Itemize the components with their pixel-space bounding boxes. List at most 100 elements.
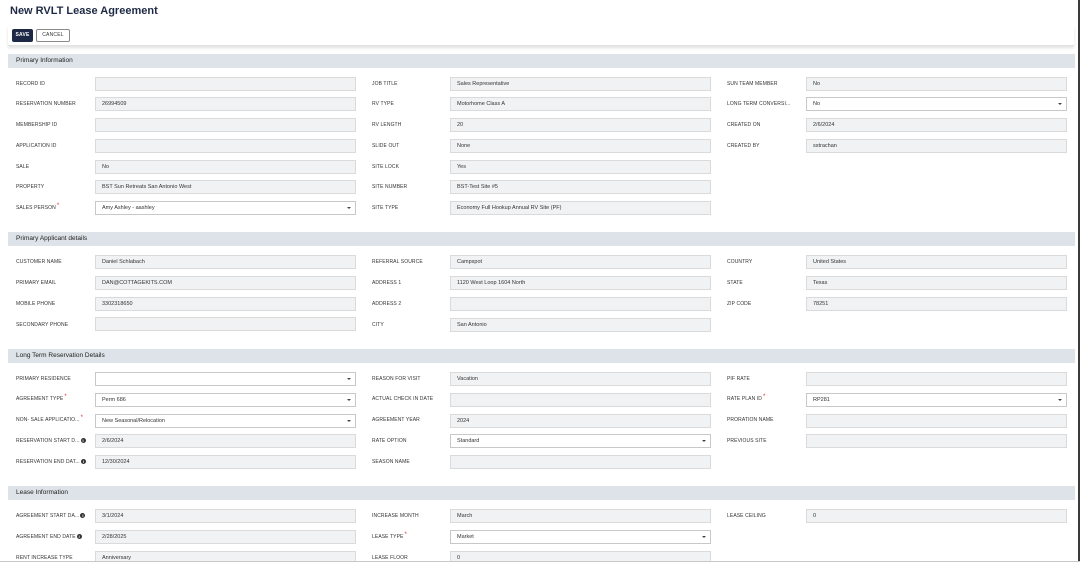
reservation-end-field: 12/30/2024 [95,455,356,469]
created-on-label: CREATED ON [727,122,761,128]
agreement-end-field: 2/28/2025 [95,530,356,544]
previous-site-label: PREVIOUS SITE [727,438,767,444]
secondary-phone-field [95,317,356,331]
non-sale-application-value: New Seasonal/Relocation [102,418,165,424]
rate-plan-id-select[interactable]: RP281 [806,393,1067,407]
lease-type-label: LEASE TYPE* [372,532,407,541]
property-label: PROPERTY [16,184,45,190]
required-marker: * [763,394,766,400]
rate-option-select[interactable]: Standard [450,434,711,448]
section-lease-information: Lease Information [8,486,1075,500]
rate-plan-id-label: RATE PLAN ID* [727,394,766,403]
agreement-type-value: Perm 686 [102,397,126,403]
slide-out-field: None [450,139,711,153]
page-title: New RVLT Lease Agreement [10,5,158,17]
primary-residence-select[interactable] [95,372,356,386]
rate-plan-id-label-text: RATE PLAN ID [727,396,763,402]
info-icon[interactable]: i [80,513,86,519]
rate-option-value: Standard [457,438,480,444]
agreement-end-label-text: AGREEMENT END DATE [16,534,76,540]
secondary-phone-label: SECONDARY PHONE [16,322,69,328]
reservation-number-field: 26994509 [95,97,356,111]
membership-id-label: MEMBERSHIP ID [16,122,58,128]
zip-code-field: 78251 [806,297,1067,311]
mobile-phone-field: 3302318650 [95,297,356,311]
sales-person-select[interactable]: Amy Ashley - aashley [95,201,356,215]
sale-label: SALE [16,164,30,170]
chevron-down-icon [347,207,351,209]
address2-field [450,297,711,311]
site-lock-label: SITE LOCK [372,164,400,170]
job-title-label: JOB TITLE [372,81,398,87]
actual-check-in-label: ACTUAL CHECK IN DATE [372,396,434,402]
city-label: CITY [372,322,384,328]
proration-name-label: PRORATION NAME [727,417,774,423]
state-field: Texas [806,276,1067,290]
agreement-start-label-text: AGREEMENT START DA... [16,513,80,519]
lease-ceiling-field: 0 [806,509,1067,523]
info-icon[interactable]: i [80,459,86,465]
site-lock-field: Yes [450,160,711,174]
referral-source-field: Campspot [450,255,711,269]
city-field: San Antonio [450,318,711,332]
cancel-button[interactable]: CANCEL [36,29,70,42]
long-term-conversion-label: LONG TERM CONVERSI... [727,101,791,107]
long-term-conversion-value: No [813,101,821,107]
primary-email-label: PRIMARY EMAIL [16,280,57,286]
address1-field: 1120 West Loop 1604 North [450,276,711,290]
reservation-end-label-text: RESERVATION END DAT... [16,459,80,465]
country-field: United States [806,255,1067,269]
customer-name-label: CUSTOMER NAME [16,259,62,265]
toolbar: SAVE CANCEL [8,26,1074,46]
record-id-label: RECORD ID [16,81,45,87]
reservation-start-label: RESERVATION START D... i [16,438,86,445]
slide-out-label: SLIDE OUT [372,143,400,149]
job-title-field: Sales Representative [450,77,711,91]
section-long-term-reservation-details: Long Term Reservation Details [8,349,1075,363]
rate-plan-id-value: RP281 [813,397,830,403]
created-by-field: sstrachan [806,139,1067,153]
customer-name-field: Daniel Schlabach [95,255,356,269]
property-field: BST Sun Retreats San Antonio West [95,180,356,194]
lease-ceiling-label: LEASE CEILING [727,513,766,519]
lease-type-value: Market [457,534,474,540]
actual-check-in-field [450,393,711,407]
sun-team-member-field: No [806,77,1067,91]
membership-id-field [95,118,356,132]
agreement-start-field: 3/1/2024 [95,509,356,523]
reason-for-visit-field: Vacation [450,372,711,386]
lease-type-label-text: LEASE TYPE [372,534,404,540]
section-primary-information: Primary Information [8,54,1075,68]
info-icon[interactable]: i [80,438,86,444]
save-button[interactable]: SAVE [12,29,33,42]
chevron-down-icon [347,399,351,401]
season-name-field [450,455,711,469]
required-marker: * [404,532,407,538]
sale-field: No [95,160,356,174]
lease-type-select[interactable]: Market [450,530,711,544]
sales-person-value: Amy Ashley - aashley [102,205,155,211]
reservation-start-field: 2/6/2024 [95,434,356,448]
application-id-field [95,139,356,153]
agreement-year-label: AGREEMENT YEAR [372,417,420,423]
non-sale-application-select[interactable]: New Seasonal/Relocation [95,414,356,428]
agreement-type-label: AGREEMENT TYPE* [16,394,67,403]
season-name-label: SEASON NAME [372,459,410,465]
increase-month-field: March [450,509,711,523]
address2-label: ADDRESS 2 [372,301,402,307]
required-marker: * [64,394,67,400]
rate-option-label: RATE OPTION [372,438,407,444]
previous-site-field [806,434,1067,448]
chevron-down-icon [702,440,706,442]
primary-email-field: DAN@COTTAGEKITS.COM [95,276,356,290]
site-type-label: SITE TYPE [372,205,399,211]
state-label: STATE [727,280,743,286]
agreement-type-select[interactable]: Perm 686 [95,393,356,407]
info-icon[interactable]: i [76,534,82,540]
chevron-down-icon [1058,399,1062,401]
site-type-field: Economy Full Hookup Annual RV Site (PF) [450,201,711,215]
long-term-conversion-select[interactable]: No [806,97,1067,111]
reservation-start-label-text: RESERVATION START D... [16,438,80,444]
created-by-label: CREATED BY [727,143,760,149]
rv-length-field: 20 [450,118,711,132]
